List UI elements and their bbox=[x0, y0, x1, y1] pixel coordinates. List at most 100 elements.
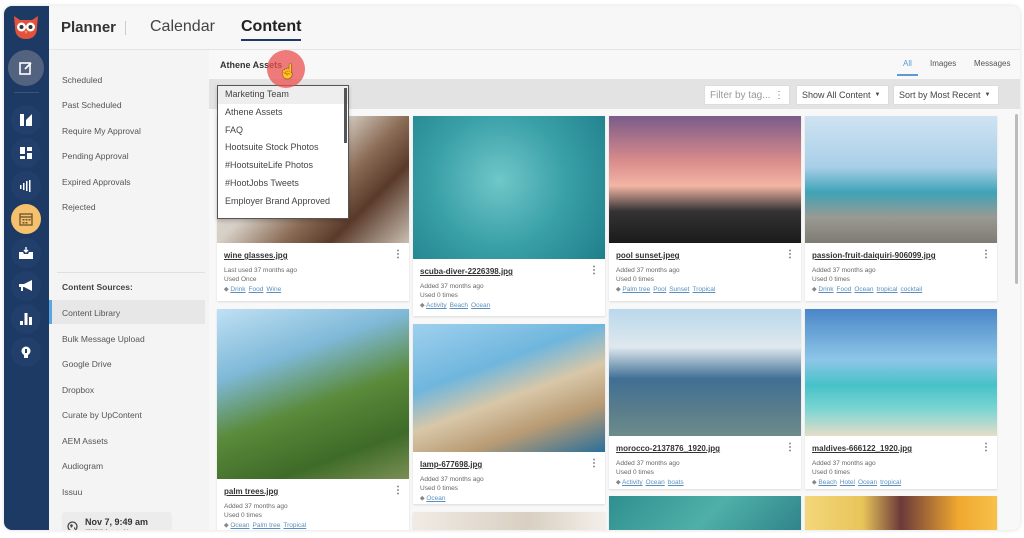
sidebar-item-pending-approval[interactable]: Pending Approval bbox=[62, 151, 129, 161]
asset-tags: ⬥ Ocean Palm tree Tropical bbox=[224, 522, 307, 529]
asset-meta: Added 37 months ago Used 0 times bbox=[616, 460, 680, 476]
reports-icon bbox=[20, 313, 32, 325]
asset-name[interactable]: maldives-666122_1920.jpg bbox=[812, 444, 912, 453]
asset-card[interactable]: pool sunset.jpeg ⋮ Added 37 months ago Us… bbox=[609, 116, 801, 301]
asset-card[interactable] bbox=[609, 496, 801, 530]
dropdown-scrollbar[interactable] bbox=[344, 88, 347, 143]
asset-thumbnail[interactable] bbox=[805, 309, 997, 436]
kebab-menu-icon[interactable]: ⋮ bbox=[785, 249, 795, 260]
view-tab-images[interactable]: Images bbox=[930, 59, 956, 68]
dropdown-option[interactable]: Hootsuite Stock Photos bbox=[218, 139, 348, 157]
rail-divider bbox=[14, 92, 39, 93]
tag-filter-placeholder: Filter by tag... bbox=[710, 89, 771, 101]
streams-button[interactable] bbox=[11, 105, 41, 135]
asset-name[interactable]: lamp-677698.jpg bbox=[420, 460, 482, 469]
caret-down-icon: ▼ bbox=[984, 92, 991, 98]
asset-card[interactable]: passion-fruit-daiquiri-906099.jpg ⋮ Adde… bbox=[805, 116, 997, 301]
asset-card[interactable]: palm trees.jpg ⋮ Added 37 months ago Used… bbox=[217, 309, 409, 530]
sidebar-item-require-my-approval[interactable]: Require My Approval bbox=[62, 126, 141, 136]
kebab-menu-icon[interactable]: ⋮ bbox=[981, 249, 991, 260]
asset-name[interactable]: pool sunset.jpeg bbox=[616, 251, 680, 260]
dropdown-option[interactable]: Employer Brand Approved bbox=[218, 193, 348, 211]
ads-button[interactable] bbox=[11, 271, 41, 301]
streams-icon bbox=[19, 114, 32, 126]
asset-name[interactable]: morocco-2137876_1920.jpg bbox=[616, 444, 720, 453]
dashboard-button[interactable] bbox=[11, 138, 41, 168]
source-issuu[interactable]: Issuu bbox=[62, 487, 82, 497]
source-audiogram[interactable]: Audiogram bbox=[62, 461, 103, 471]
dropdown-option[interactable]: #HootJobs Tweets bbox=[218, 175, 348, 193]
kebab-menu-icon[interactable]: ⋮ bbox=[785, 442, 795, 453]
asset-card[interactable]: lamp-677698.jpg ⋮ Added 37 months ago Use… bbox=[413, 324, 605, 504]
sort-label: Sort by Most Recent bbox=[899, 90, 981, 100]
content-sources-heading: Content Sources: bbox=[62, 282, 133, 292]
asset-thumbnail[interactable] bbox=[413, 512, 605, 530]
dropdown-option[interactable]: #HootsuiteLife Photos bbox=[218, 157, 348, 175]
compose-icon bbox=[19, 62, 32, 75]
top-bar: Planner Calendar Content bbox=[49, 6, 1020, 50]
inbox-icon bbox=[19, 247, 33, 259]
asset-meta: Added 37 months ago Used 0 times bbox=[420, 283, 484, 299]
owl-logo-icon[interactable] bbox=[11, 13, 41, 41]
reports-button[interactable] bbox=[11, 304, 41, 334]
kebab-menu-icon[interactable]: ⋮ bbox=[393, 249, 403, 260]
asset-name[interactable]: scuba-diver-2226398.jpg bbox=[420, 267, 513, 276]
asset-thumbnail[interactable] bbox=[217, 309, 409, 479]
kebab-menu-icon[interactable]: ⋮ bbox=[589, 458, 599, 469]
asset-tags: ⬥ Drink Food Wine bbox=[224, 286, 282, 293]
asset-thumbnail[interactable] bbox=[805, 116, 997, 243]
asset-thumbnail[interactable] bbox=[805, 496, 997, 530]
asset-name[interactable]: passion-fruit-daiquiri-906099.jpg bbox=[812, 251, 936, 260]
planner-button[interactable] bbox=[11, 204, 41, 234]
show-content-dropdown[interactable]: Show All Content ▼ bbox=[796, 85, 889, 105]
view-tab-messages[interactable]: Messages bbox=[974, 59, 1010, 68]
tag-filter-input[interactable]: Filter by tag... ⋮ bbox=[704, 85, 790, 105]
source-dropbox[interactable]: Dropbox bbox=[62, 385, 94, 395]
analytics-button[interactable] bbox=[11, 171, 41, 201]
sidebar-item-scheduled[interactable]: Scheduled bbox=[62, 75, 102, 85]
asset-thumbnail[interactable] bbox=[609, 496, 801, 530]
asset-card[interactable]: maldives-666122_1920.jpg ⋮ Added 37 mont… bbox=[805, 309, 997, 489]
asset-name[interactable]: wine glasses.jpg bbox=[224, 251, 288, 260]
asset-card[interactable] bbox=[805, 496, 997, 530]
source-bulk-message-upload[interactable]: Bulk Message Upload bbox=[62, 334, 145, 344]
kebab-menu-icon[interactable]: ⋮ bbox=[589, 265, 599, 276]
asset-name[interactable]: palm trees.jpg bbox=[224, 487, 278, 496]
insights-button[interactable] bbox=[11, 337, 41, 367]
source-aem-assets[interactable]: AEM Assets bbox=[62, 436, 108, 446]
tab-calendar[interactable]: Calendar bbox=[150, 18, 215, 36]
asset-meta: Added 37 months ago Used 0 times bbox=[812, 267, 876, 283]
compose-button[interactable] bbox=[8, 50, 44, 86]
dropdown-option[interactable]: FAQ bbox=[218, 122, 348, 140]
dropdown-option[interactable]: Athene Assets bbox=[218, 104, 348, 122]
insights-icon bbox=[21, 346, 31, 358]
source-curate-by-upcontent[interactable]: Curate by UpContent bbox=[62, 410, 142, 420]
app-title: Planner bbox=[61, 19, 117, 36]
kebab-menu-icon[interactable]: ⋮ bbox=[981, 442, 991, 453]
sidebar-item-past-scheduled[interactable]: Past Scheduled bbox=[62, 100, 122, 110]
source-content-library[interactable]: Content Library bbox=[62, 308, 120, 318]
globe-icon bbox=[67, 521, 78, 530]
content-library-panel: Athene Assets All Images Messages Filter… bbox=[209, 50, 1020, 530]
kebab-menu-icon[interactable]: ⋮ bbox=[393, 485, 403, 496]
sidebar-item-rejected[interactable]: Rejected bbox=[62, 202, 96, 212]
asset-meta: Added 37 months ago Used 0 times bbox=[420, 476, 484, 492]
asset-card[interactable]: scuba-diver-2226398.jpg ⋮ Added 37 month… bbox=[413, 116, 605, 316]
content-scrollbar[interactable] bbox=[1015, 114, 1018, 284]
asset-thumbnail[interactable] bbox=[609, 116, 801, 243]
view-tab-all[interactable]: All bbox=[897, 59, 918, 76]
asset-tags: ⬥ Ocean bbox=[420, 495, 446, 502]
source-google-drive[interactable]: Google Drive bbox=[62, 359, 112, 369]
inbox-button[interactable] bbox=[11, 238, 41, 268]
dropdown-option[interactable]: Marketing Team bbox=[218, 86, 348, 104]
asset-card[interactable]: morocco-2137876_1920.jpg ⋮ Added 37 mont… bbox=[609, 309, 801, 489]
asset-card[interactable] bbox=[413, 512, 605, 530]
asset-meta: Last used 37 months ago Used Once bbox=[224, 267, 297, 283]
asset-thumbnail[interactable] bbox=[609, 309, 801, 436]
sidebar-item-expired-approvals[interactable]: Expired Approvals bbox=[62, 177, 131, 187]
tab-content[interactable]: Content bbox=[241, 18, 302, 41]
sort-dropdown[interactable]: Sort by Most Recent ▼ bbox=[893, 85, 999, 105]
timezone-clock[interactable]: Nov 7, 9:49 am (GMT-8) America/Vancouver bbox=[62, 512, 172, 530]
asset-thumbnail[interactable] bbox=[413, 116, 605, 259]
asset-thumbnail[interactable] bbox=[413, 324, 605, 452]
